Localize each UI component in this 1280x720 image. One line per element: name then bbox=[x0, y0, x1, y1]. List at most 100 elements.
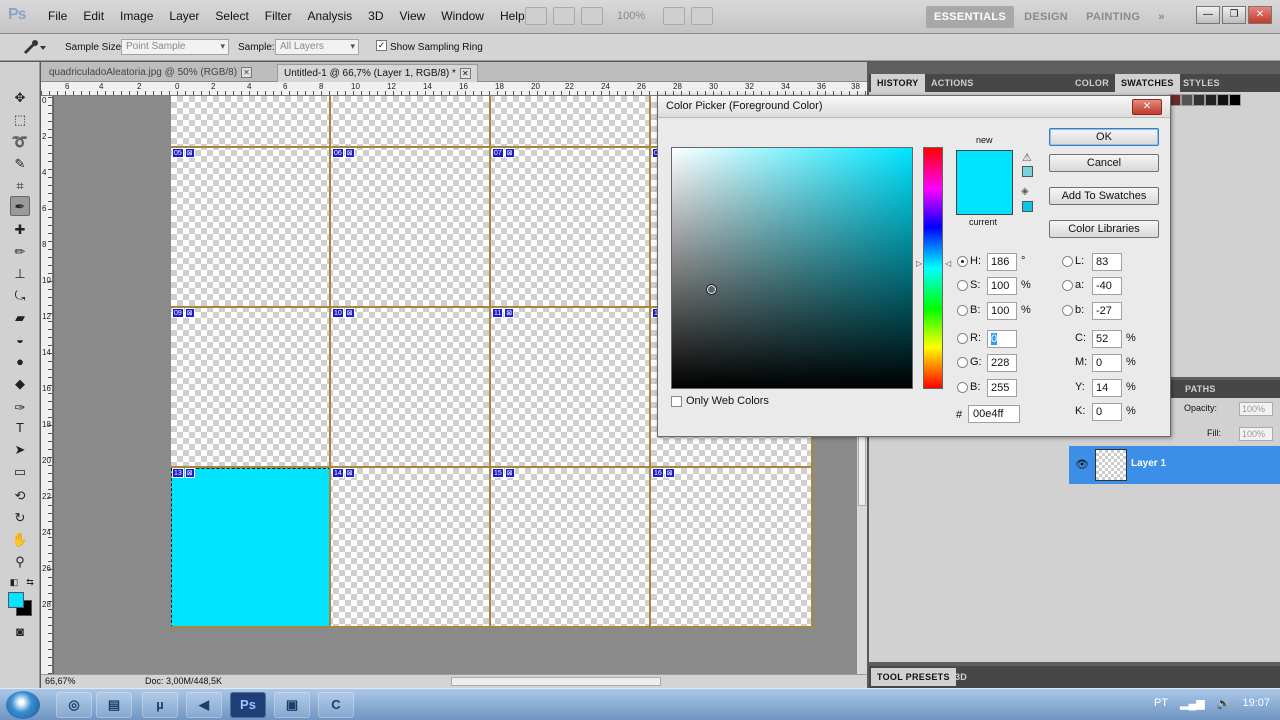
camtasia-icon[interactable]: C bbox=[318, 692, 354, 718]
layer-name[interactable]: Layer 1 bbox=[1131, 458, 1166, 469]
lab-a-field[interactable]: -40 bbox=[1092, 277, 1122, 295]
network-icon[interactable]: ▂▄▆ bbox=[1180, 697, 1205, 710]
tab-color[interactable]: COLOR bbox=[1069, 74, 1115, 92]
eraser-tool-icon[interactable]: ▰ bbox=[10, 308, 30, 328]
swatch[interactable] bbox=[1229, 94, 1241, 106]
blue-radio[interactable] bbox=[957, 382, 968, 393]
slice-tag[interactable]: 06 ⊠ bbox=[332, 148, 355, 158]
language-indicator[interactable]: PT bbox=[1154, 697, 1168, 710]
menu-3d[interactable]: 3D bbox=[360, 9, 391, 23]
slice-tag[interactable]: 15 ⊠ bbox=[492, 468, 515, 478]
explorer-icon[interactable]: ▤ bbox=[96, 692, 132, 718]
lab-l-radio[interactable] bbox=[1062, 256, 1073, 267]
visibility-eye-icon[interactable]: 👁 bbox=[1075, 458, 1089, 471]
green-field[interactable]: 228 bbox=[987, 354, 1017, 372]
status-zoom[interactable]: 66,67% bbox=[45, 676, 76, 686]
blur-tool-icon[interactable]: ◆ bbox=[10, 374, 30, 394]
black-field[interactable]: 0 bbox=[1092, 403, 1122, 421]
swatch[interactable] bbox=[1193, 94, 1205, 106]
tab-tool-presets[interactable]: TOOL PRESETS bbox=[871, 668, 956, 686]
opacity-field[interactable]: 100% bbox=[1239, 402, 1273, 416]
crop-tool-icon[interactable]: ⌗ bbox=[10, 176, 30, 196]
slice-tag[interactable]: 16 ⊠ bbox=[652, 468, 675, 478]
eyedropper-preset-icon[interactable] bbox=[20, 39, 48, 55]
color-libraries-button[interactable]: Color Libraries bbox=[1049, 220, 1159, 238]
magenta-field[interactable]: 0 bbox=[1092, 354, 1122, 372]
workspace-design[interactable]: DESIGN bbox=[1016, 6, 1076, 28]
workspace-essentials[interactable]: ESSENTIALS bbox=[926, 6, 1015, 28]
only-web-colors-checkbox[interactable] bbox=[671, 396, 682, 407]
chrome-icon[interactable]: ◎ bbox=[56, 692, 92, 718]
lasso-tool-icon[interactable]: ➰ bbox=[10, 132, 30, 152]
media-player-icon[interactable]: ◀ bbox=[186, 692, 222, 718]
hue-slider[interactable] bbox=[923, 147, 943, 389]
foreground-color-swatch[interactable] bbox=[8, 592, 24, 608]
saturation-field[interactable]: 100 bbox=[987, 277, 1017, 295]
menu-analysis[interactable]: Analysis bbox=[299, 9, 360, 23]
saturation-radio[interactable] bbox=[957, 280, 968, 291]
lab-b-field[interactable]: -27 bbox=[1092, 302, 1122, 320]
screen-mode-icon[interactable] bbox=[691, 7, 713, 25]
tab-untitled-1[interactable]: Untitled-1 @ 66,7% (Layer 1, RGB/8) * ✕ bbox=[277, 64, 478, 82]
tab-styles[interactable]: STYLES bbox=[1177, 74, 1226, 92]
marquee-tool-icon[interactable]: ⬚ bbox=[10, 110, 30, 130]
photoshop-task-icon[interactable]: Ps bbox=[230, 692, 266, 718]
tab-actions[interactable]: ACTIONS bbox=[925, 74, 980, 92]
gamut-correction-swatch[interactable] bbox=[1022, 166, 1033, 177]
out-of-gamut-warning-icon[interactable]: ⚠ bbox=[1022, 151, 1032, 164]
start-button[interactable] bbox=[6, 691, 40, 719]
menu-window[interactable]: Window bbox=[433, 9, 492, 23]
paint-bucket-tool-icon[interactable]: ◒ bbox=[10, 330, 30, 350]
color-picker-marker[interactable] bbox=[706, 284, 717, 295]
shape-tool-icon[interactable]: ▭ bbox=[10, 462, 30, 482]
tab-paths[interactable]: PATHS bbox=[1179, 380, 1222, 398]
lab-b-radio[interactable] bbox=[1062, 305, 1073, 316]
menu-file[interactable]: File bbox=[40, 9, 75, 23]
slice-tag[interactable]: 11 ⊠ bbox=[492, 308, 515, 318]
workspace-painting[interactable]: PAINTING bbox=[1078, 6, 1148, 28]
workspace-more[interactable]: » bbox=[1150, 6, 1172, 28]
blue-field[interactable]: 255 bbox=[987, 379, 1017, 397]
hue-field[interactable]: 186 bbox=[987, 253, 1017, 271]
volume-icon[interactable]: 🔊 bbox=[1217, 697, 1231, 710]
menu-image[interactable]: Image bbox=[112, 9, 161, 23]
red-radio[interactable] bbox=[957, 333, 968, 344]
slice-tag[interactable]: 05 ⊠ bbox=[172, 148, 195, 158]
cyan-field[interactable]: 52 bbox=[1092, 330, 1122, 348]
restore-button[interactable]: ❐ bbox=[1222, 6, 1246, 24]
sample-size-select[interactable]: Point Sample bbox=[121, 39, 229, 55]
quick-select-tool-icon[interactable]: ✎ bbox=[10, 154, 30, 174]
tab-3d[interactable]: 3D bbox=[949, 668, 973, 686]
slice-tag[interactable]: 14 ⊠ bbox=[332, 468, 355, 478]
arrange-documents-icon[interactable] bbox=[663, 7, 685, 25]
swatch[interactable] bbox=[1181, 94, 1193, 106]
horizontal-scrollbar[interactable] bbox=[451, 677, 661, 686]
type-tool-icon[interactable]: T bbox=[10, 418, 30, 438]
hue-slider-right-arrow-icon[interactable]: ◁ bbox=[945, 259, 951, 268]
saturation-brightness-field[interactable] bbox=[671, 147, 913, 389]
mini-bridge-icon[interactable] bbox=[553, 7, 575, 25]
hex-field[interactable]: 00e4ff bbox=[968, 405, 1020, 423]
eyedropper-tool-icon[interactable]: ✒ bbox=[10, 196, 30, 216]
clock[interactable]: 19:07 bbox=[1242, 697, 1270, 710]
menu-edit[interactable]: Edit bbox=[75, 9, 112, 23]
dialog-title-bar[interactable]: Color Picker (Foreground Color) ✕ bbox=[658, 96, 1170, 118]
quick-mask-icon[interactable]: ◙ bbox=[10, 622, 30, 642]
clone-stamp-tool-icon[interactable]: ⊥ bbox=[10, 264, 30, 284]
zoom-level[interactable]: 100% bbox=[617, 10, 657, 22]
zoom-tool-icon[interactable]: ⚲ bbox=[10, 552, 30, 572]
menu-layer[interactable]: Layer bbox=[161, 9, 207, 23]
move-tool-icon[interactable]: ✥ bbox=[10, 88, 30, 108]
close-icon[interactable]: ✕ bbox=[241, 67, 253, 78]
3d-orbit-tool-icon[interactable]: ↻ bbox=[10, 508, 30, 528]
add-to-swatches-button[interactable]: Add To Swatches bbox=[1049, 187, 1159, 205]
brightness-radio[interactable] bbox=[957, 305, 968, 316]
tab-swatches[interactable]: SWATCHES bbox=[1115, 74, 1180, 92]
hue-slider-left-arrow-icon[interactable]: ▷ bbox=[916, 259, 922, 268]
red-field[interactable]: 0 bbox=[987, 330, 1017, 348]
healing-brush-tool-icon[interactable]: ✚ bbox=[10, 220, 30, 240]
dodge-tool-icon[interactable]: ● bbox=[10, 352, 30, 372]
slice-tag[interactable]: 09 ⊠ bbox=[172, 308, 195, 318]
dialog-close-button[interactable]: ✕ bbox=[1132, 99, 1162, 115]
brightness-field[interactable]: 100 bbox=[987, 302, 1017, 320]
